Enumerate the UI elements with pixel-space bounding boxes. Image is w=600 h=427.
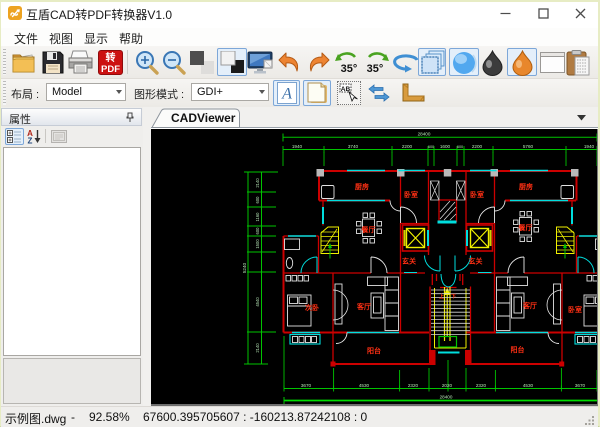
svg-text:4530: 4530 (523, 383, 534, 388)
svg-text:600: 600 (428, 145, 434, 149)
svg-text:5240: 5240 (242, 262, 247, 273)
svg-text:阳台: 阳台 (367, 346, 381, 355)
svg-text:2200: 2200 (402, 144, 413, 149)
svg-text:客厅: 客厅 (356, 302, 371, 311)
svg-text:2140: 2140 (255, 178, 260, 188)
svg-text:阳台: 阳台 (511, 345, 525, 354)
svg-text:28400: 28400 (440, 395, 453, 400)
svg-text:上: 上 (439, 293, 444, 300)
svg-text:2020: 2020 (442, 383, 453, 388)
svg-text:客厅: 客厅 (522, 301, 537, 310)
svg-text:下: 下 (451, 293, 456, 300)
svg-text:厨房: 厨房 (519, 182, 533, 191)
svg-text:2200: 2200 (472, 144, 483, 149)
svg-text:厨房: 厨房 (355, 182, 369, 191)
svg-text:卧室: 卧室 (568, 305, 582, 314)
svg-text:玄关: 玄关 (469, 257, 483, 266)
svg-text:3670: 3670 (575, 383, 586, 388)
svg-text:Z: Z (28, 137, 33, 145)
svg-text:4540: 4540 (255, 297, 260, 307)
svg-text:35°: 35° (341, 63, 358, 75)
svg-text:转: 转 (106, 51, 116, 64)
svg-text:PDF: PDF (101, 64, 120, 75)
svg-text:600: 600 (255, 196, 260, 204)
svg-text:4530: 4530 (359, 383, 370, 388)
svg-text:600: 600 (457, 145, 463, 149)
svg-text:1940: 1940 (292, 144, 303, 149)
svg-text:1940: 1940 (584, 144, 595, 149)
svg-text:玄关: 玄关 (402, 257, 416, 266)
svg-text:35°: 35° (367, 63, 384, 75)
svg-text:餐厅: 餐厅 (518, 223, 533, 232)
svg-text:A: A (281, 86, 292, 103)
svg-text:600: 600 (255, 227, 260, 235)
svg-text:3670: 3670 (301, 383, 312, 388)
svg-text:1600: 1600 (440, 144, 451, 149)
svg-text:2320: 2320 (408, 383, 419, 388)
svg-text:餐厅: 餐厅 (361, 225, 376, 234)
svg-text:2140: 2140 (255, 343, 260, 353)
svg-text:卧室: 卧室 (404, 190, 418, 199)
svg-text:3740: 3740 (348, 144, 359, 149)
svg-text:次卧: 次卧 (305, 303, 319, 312)
svg-text:28400: 28400 (418, 132, 431, 137)
svg-text:卧室: 卧室 (470, 190, 484, 199)
svg-text:5760: 5760 (523, 144, 534, 149)
svg-text:1160: 1160 (255, 212, 260, 222)
svg-text:1500: 1500 (255, 239, 260, 249)
svg-text:2320: 2320 (476, 383, 487, 388)
